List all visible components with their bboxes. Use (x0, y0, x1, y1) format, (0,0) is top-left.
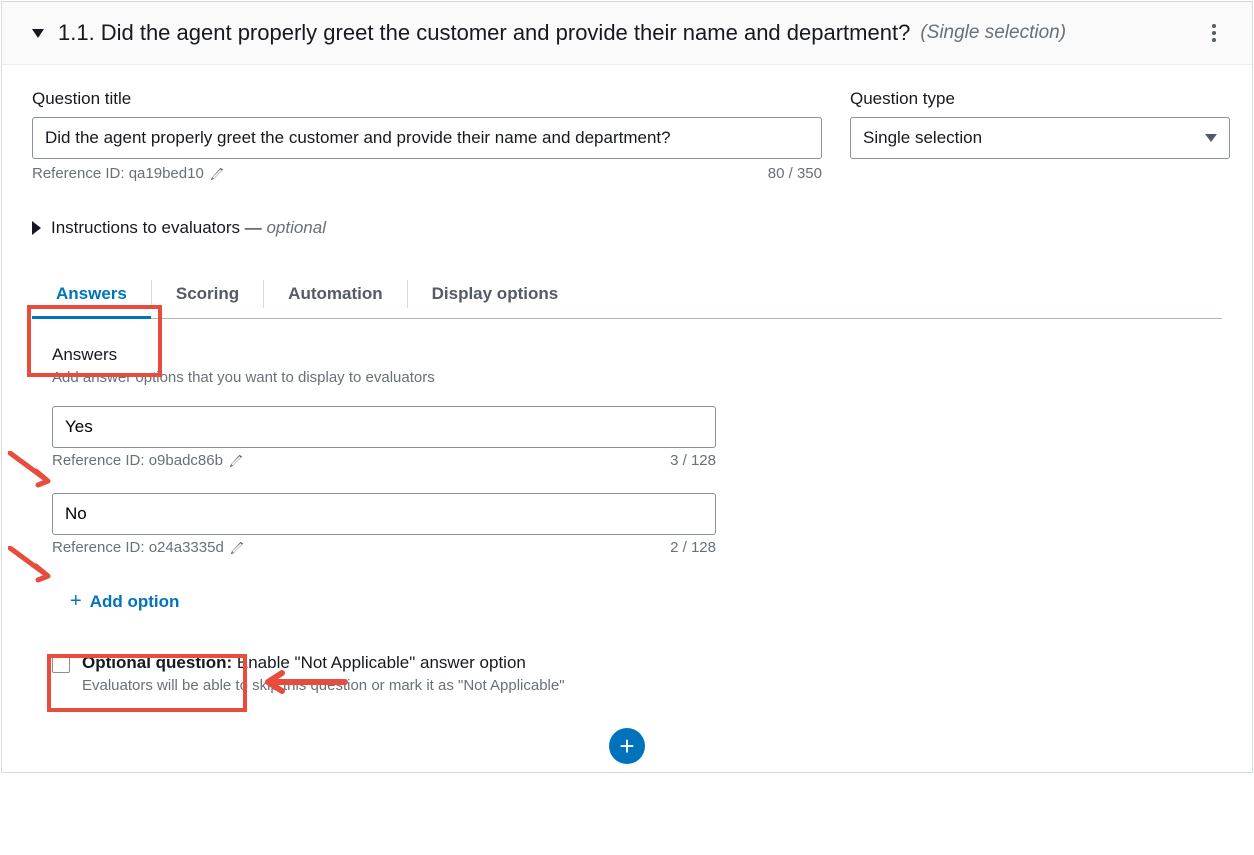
answer-ref-id-2: Reference ID: o24a3335d (52, 539, 224, 556)
optional-question-text: Enable "Not Applicable" answer option (232, 653, 526, 672)
question-type-value: Single selection (863, 128, 982, 148)
question-title-text: Did the agent properly greet the custome… (101, 20, 911, 46)
expand-icon (32, 221, 41, 235)
collapse-icon[interactable] (32, 29, 44, 38)
plus-icon: + (619, 733, 634, 759)
tab-scoring[interactable]: Scoring (152, 270, 263, 318)
add-option-button[interactable]: + Add option (52, 580, 197, 623)
add-question-fab[interactable]: + (609, 728, 645, 764)
answer-ref-id-1: Reference ID: o9badc86b (52, 452, 223, 469)
plus-icon: + (70, 590, 82, 613)
question-type-select[interactable]: Single selection (850, 117, 1230, 159)
question-header[interactable]: 1.1. Did the agent properly greet the cu… (2, 2, 1252, 65)
tab-answers[interactable]: Answers (32, 270, 151, 318)
kebab-icon (1212, 24, 1216, 42)
title-char-counter: 80 / 350 (768, 165, 822, 182)
instructions-label: Instructions to evaluators — (51, 218, 262, 237)
question-ref-id: Reference ID: qa19bed10 (32, 165, 204, 182)
optional-question-checkbox[interactable] (52, 655, 70, 673)
question-title-label: Question title (32, 89, 822, 109)
tab-automation[interactable]: Automation (264, 270, 406, 318)
question-panel: 1.1. Did the agent properly greet the cu… (1, 1, 1253, 773)
pencil-icon[interactable] (210, 167, 224, 181)
optional-hint: optional (262, 218, 326, 237)
answers-heading: Answers (52, 345, 1202, 365)
answer-counter-1: 3 / 128 (670, 452, 716, 469)
answers-subtext: Add answer options that you want to disp… (52, 369, 1202, 386)
tabs: Answers Scoring Automation Display optio… (32, 270, 1222, 319)
question-type-hint: (Single selection) (920, 22, 1066, 44)
pencil-icon[interactable] (229, 454, 243, 468)
answer-option-input-2[interactable] (52, 493, 716, 535)
question-number: 1.1. (58, 20, 95, 46)
optional-question-bold: Optional question: (82, 653, 232, 672)
question-title-input[interactable] (32, 117, 822, 159)
instructions-toggle[interactable]: Instructions to evaluators — optional (32, 218, 1222, 238)
add-option-label: Add option (90, 592, 180, 612)
tab-display-options[interactable]: Display options (408, 270, 583, 318)
chevron-down-icon (1205, 134, 1217, 142)
question-type-label: Question type (850, 89, 1230, 109)
pencil-icon[interactable] (230, 541, 244, 555)
kebab-menu-button[interactable] (1206, 24, 1222, 42)
optional-question-sub: Evaluators will be able to skip this que… (82, 677, 565, 694)
answer-option-input-1[interactable] (52, 406, 716, 448)
answer-counter-2: 2 / 128 (670, 539, 716, 556)
